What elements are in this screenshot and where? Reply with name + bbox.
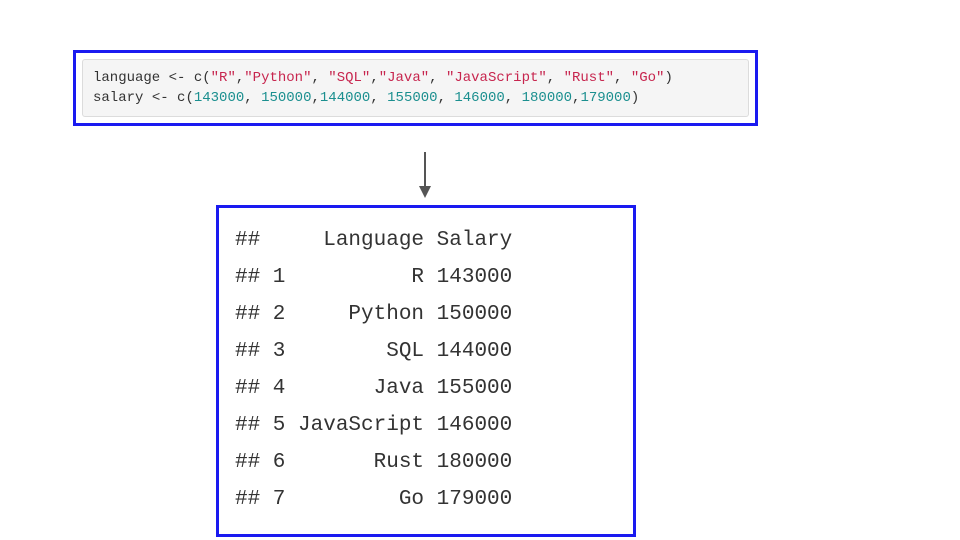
code-token: , xyxy=(244,90,261,106)
arrow-down-icon xyxy=(415,150,435,200)
code-token: c xyxy=(194,70,202,86)
output-row: ## 5 JavaScript 146000 xyxy=(235,414,512,437)
code-block: language <- c("R","Python", "SQL","Java"… xyxy=(82,59,749,117)
code-token: language xyxy=(93,70,160,86)
output-text: ## Language Salary ## 1 R 143000 ## 2 Py… xyxy=(235,222,617,518)
code-token: , xyxy=(236,70,244,86)
code-token: 155000 xyxy=(387,90,437,106)
code-token: "Go" xyxy=(631,70,665,86)
code-token: , xyxy=(614,70,631,86)
code-token: ) xyxy=(631,90,639,106)
code-token: , xyxy=(312,90,320,106)
code-token: "SQL" xyxy=(328,70,370,86)
code-token: 150000 xyxy=(261,90,311,106)
code-token: ( xyxy=(202,70,210,86)
code-token: ( xyxy=(185,90,193,106)
code-token: "JavaScript" xyxy=(446,70,547,86)
code-token: <- xyxy=(160,70,194,86)
code-token: 144000 xyxy=(320,90,370,106)
code-token: , xyxy=(429,70,446,86)
code-token: salary xyxy=(93,90,143,106)
code-token: , xyxy=(505,90,522,106)
output-row: ## 7 Go 179000 xyxy=(235,488,512,511)
code-token: 179000 xyxy=(580,90,630,106)
output-row: ## 3 SQL 144000 xyxy=(235,340,512,363)
code-token: , xyxy=(370,90,387,106)
code-token: , xyxy=(547,70,564,86)
output-row: ## 4 Java 155000 xyxy=(235,377,512,400)
code-token: , xyxy=(438,90,455,106)
output-row: ## 6 Rust 180000 xyxy=(235,451,512,474)
output-row: ## 2 Python 150000 xyxy=(235,303,512,326)
code-token: ) xyxy=(664,70,672,86)
code-token: "Rust" xyxy=(564,70,614,86)
code-token: 180000 xyxy=(522,90,572,106)
output-header: ## Language Salary xyxy=(235,229,512,252)
code-token: <- xyxy=(143,90,177,106)
code-token: "R" xyxy=(211,70,236,86)
code-token: "Java" xyxy=(379,70,429,86)
code-token: , xyxy=(311,70,328,86)
code-token: , xyxy=(370,70,378,86)
code-box: language <- c("R","Python", "SQL","Java"… xyxy=(73,50,758,126)
output-box: ## Language Salary ## 1 R 143000 ## 2 Py… xyxy=(216,205,636,537)
code-token: 143000 xyxy=(194,90,244,106)
code-token: 146000 xyxy=(454,90,504,106)
code-token: "Python" xyxy=(244,70,311,86)
output-row: ## 1 R 143000 xyxy=(235,266,512,289)
